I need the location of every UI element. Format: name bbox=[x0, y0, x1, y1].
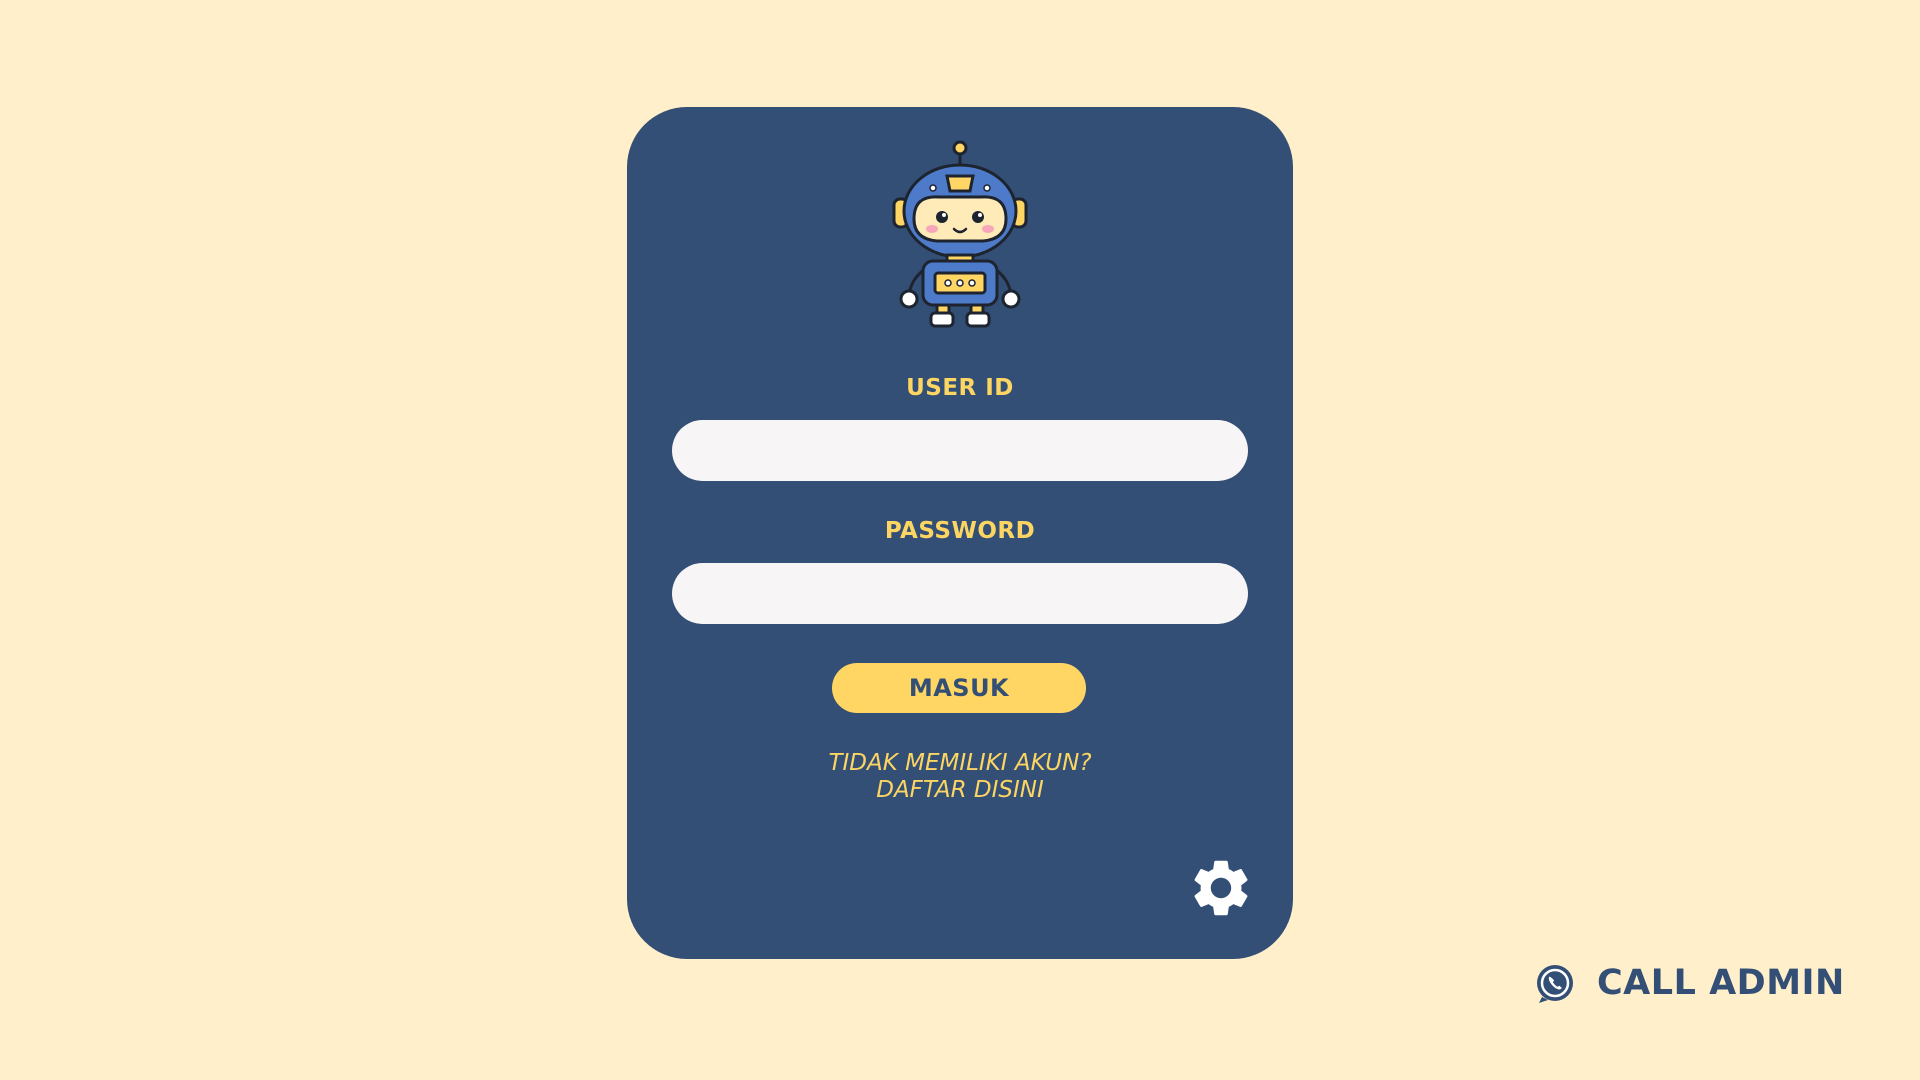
register-link-line2: DAFTAR DISINI bbox=[876, 777, 1044, 803]
password-input[interactable] bbox=[672, 563, 1248, 624]
robot-mascot-icon bbox=[892, 140, 1028, 328]
login-screen: USER ID PASSWORD MASUK TIDAK MEMILIKI AK… bbox=[0, 0, 1920, 1080]
whatsapp-phone-icon bbox=[1537, 965, 1573, 1003]
login-button[interactable]: MASUK bbox=[832, 663, 1086, 713]
login-card: USER ID PASSWORD MASUK TIDAK MEMILIKI AK… bbox=[627, 107, 1293, 959]
call-admin-label: CALL ADMIN bbox=[1597, 963, 1845, 1003]
register-link-line1: TIDAK MEMILIKI AKUN? bbox=[828, 750, 1092, 776]
user-id-input[interactable] bbox=[672, 420, 1248, 481]
user-id-label: USER ID bbox=[906, 375, 1014, 401]
register-link[interactable]: TIDAK MEMILIKI AKUN? DAFTAR DISINI bbox=[627, 750, 1293, 804]
password-label: PASSWORD bbox=[884, 518, 1036, 544]
call-admin-button[interactable]: CALL ADMIN bbox=[1533, 958, 1845, 1008]
gear-icon[interactable] bbox=[1187, 854, 1255, 922]
